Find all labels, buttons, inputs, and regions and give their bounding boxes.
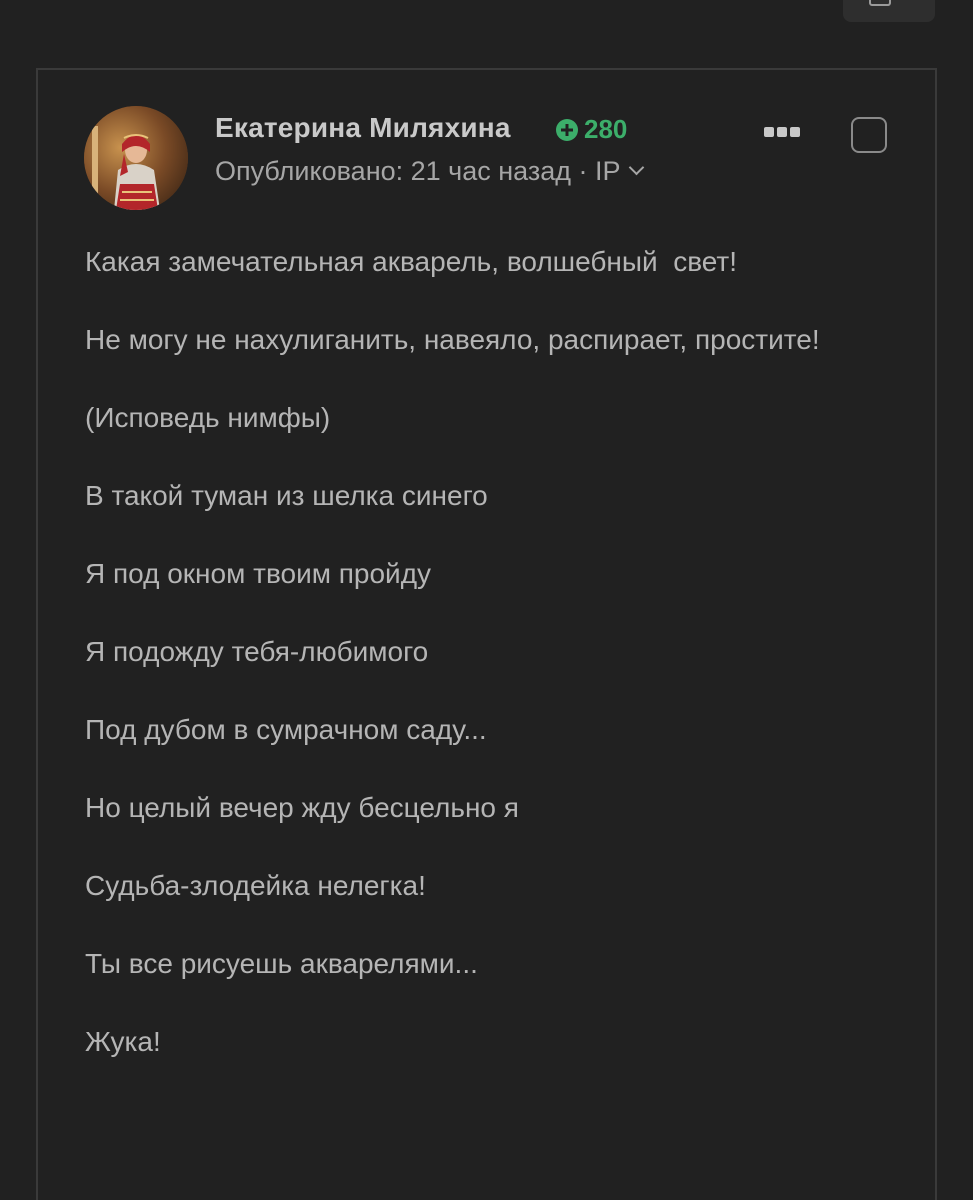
comment-paragraph: Я подожду тебя-любимого	[85, 636, 429, 667]
page: Екатерина Миляхина 280 Опубликовано: 21 …	[0, 0, 973, 1200]
author-name[interactable]: Екатерина Миляхина	[215, 112, 511, 144]
comment-paragraph: Но целый вечер жду бесцельно я	[85, 792, 519, 823]
more-dot-icon	[790, 127, 800, 137]
plus-circle-icon	[556, 118, 578, 141]
comment-paragraph: Под дубом в сумрачном саду...	[85, 714, 487, 745]
publish-meta-text: Опубликовано: 21 час назад · IP	[215, 156, 621, 186]
rating-value: 280	[584, 114, 628, 144]
user-avatar-photo-icon	[84, 106, 188, 210]
comment-paragraph: (Исповедь нимфы)	[85, 402, 331, 433]
select-checkbox[interactable]	[851, 117, 887, 153]
comment-paragraph: Не могу не нахулиганить, навеяло, распир…	[85, 324, 820, 355]
comment-body: Какая замечательная акварель, волшебный …	[85, 240, 875, 1098]
comment-paragraph: В такой туман из шелка синего	[85, 480, 488, 511]
tray-icon	[869, 0, 891, 6]
more-dot-icon	[764, 127, 774, 137]
rating-badge: 280	[556, 114, 627, 145]
publish-meta[interactable]: Опубликовано: 21 час назад · IP	[215, 156, 644, 187]
more-dot-icon	[777, 127, 787, 137]
comment-paragraph: Я под окном твоим пройду	[85, 558, 432, 589]
comment-paragraph: Какая замечательная акварель, волшебный …	[85, 246, 738, 277]
avatar[interactable]	[84, 106, 188, 210]
top-action-button[interactable]	[843, 0, 935, 22]
chevron-down-icon[interactable]	[628, 159, 644, 176]
comment-paragraph: Жука!	[85, 1026, 161, 1057]
comment-paragraph: Судьба-злодейка нелегка!	[85, 870, 426, 901]
comment-paragraph: Ты все рисуешь акварелями...	[85, 948, 478, 979]
more-options-icon[interactable]	[764, 127, 804, 139]
